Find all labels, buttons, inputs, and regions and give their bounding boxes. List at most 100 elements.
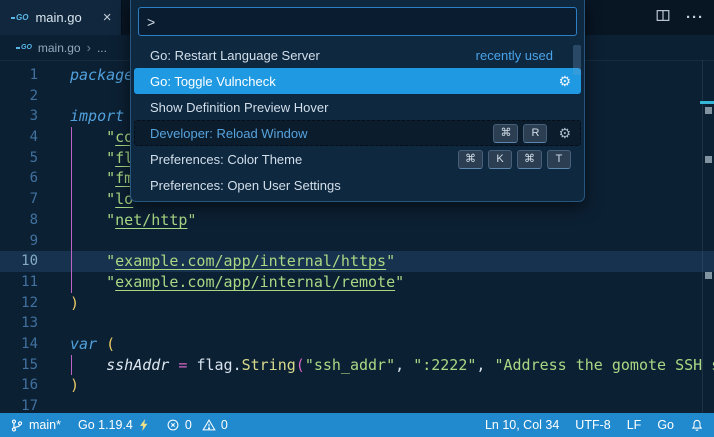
error-icon [166,418,180,432]
palette-item-label: Preferences: Open User Settings [150,178,571,193]
tab-label: main.go [35,10,81,25]
line-number[interactable]: 9 [0,231,38,252]
line-content: "co [38,127,133,148]
line-content: "lo [38,189,133,210]
line-number[interactable]: 11 [0,272,38,293]
line-number[interactable]: 13 [0,313,38,334]
code-line[interactable]: 14var ( [0,334,714,355]
notifications-bell[interactable] [690,418,704,433]
command-input[interactable] [138,7,577,36]
key-chip: ⌘ [493,124,518,143]
line-number[interactable]: 7 [0,189,38,210]
line-content: import [38,106,124,127]
line-number[interactable]: 10 [0,251,38,272]
line-number[interactable]: 12 [0,293,38,314]
split-editor-icon[interactable] [655,8,671,28]
line-number[interactable]: 5 [0,148,38,169]
command-palette: Go: Restart Language Serverrecently used… [130,0,585,202]
problems-status[interactable]: 0 0 [166,418,228,432]
go-version-label: Go 1.19.4 [78,418,133,432]
line-number[interactable]: 17 [0,396,38,413]
editor-actions: ··· [655,0,704,35]
branch-status[interactable]: main* [10,418,61,433]
cursor-position-status[interactable]: Ln 10, Col 34 [485,418,559,432]
palette-scrollbar[interactable] [573,45,581,75]
chevron-right-icon: › [87,40,91,55]
code-line[interactable]: 13 [0,313,714,334]
palette-item-label: Preferences: Color Theme [150,152,453,167]
close-icon[interactable]: × [103,10,112,25]
palette-item-go-toggle-vulncheck[interactable]: Go: Toggle Vulncheck⚙ [134,68,581,94]
line-number[interactable]: 14 [0,334,38,355]
bell-icon [690,418,704,433]
tab-main-go[interactable]: GO main.go × [0,0,122,35]
line-number[interactable]: 4 [0,127,38,148]
go-version-status[interactable]: Go 1.19.4 [78,418,149,432]
line-content [38,231,70,252]
key-chip: ⌘ [458,150,483,169]
warning-icon [202,418,216,432]
line-content [38,313,70,334]
code-line[interactable]: 16) [0,375,714,396]
line-content: "example.com/app/internal/https" [38,251,395,272]
palette-item-preferences-color-theme[interactable]: Preferences: Color Theme ⌘ K ⌘ T [134,146,581,172]
line-content: "fl [38,148,133,169]
status-bar: main* Go 1.19.4 0 0 Ln 10, Col 34 [0,413,714,437]
line-content: ) [38,293,79,314]
line-number[interactable]: 3 [0,106,38,127]
recently-used-badge: recently used [476,48,571,63]
error-count: 0 [185,418,192,432]
code-line[interactable]: 11 "example.com/app/internal/remote" [0,272,714,293]
line-number[interactable]: 15 [0,355,38,376]
line-number[interactable]: 8 [0,210,38,231]
palette-item-preferences-open-user-settings[interactable]: Preferences: Open User Settings [134,172,581,198]
overview-marker [700,101,714,104]
git-branch-icon [10,418,24,433]
line-content: var ( [38,334,115,355]
palette-item-label: Go: Restart Language Server [150,48,476,63]
gear-icon[interactable]: ⚙ [558,74,571,88]
line-content [38,396,70,413]
code-line[interactable]: 8 "net/http" [0,210,714,231]
branch-label: main* [29,418,61,432]
language-mode-status[interactable]: Go [657,418,674,432]
eol-status[interactable]: LF [627,418,642,432]
overview-ruler[interactable] [702,60,714,413]
key-chip: ⌘ [517,150,542,169]
line-number[interactable]: 6 [0,168,38,189]
line-content: package [38,65,133,86]
palette-item-developer-reload-window[interactable]: Developer: Reload Window ⌘ R ⚙ [134,120,581,146]
palette-input-wrap [131,0,584,42]
line-number[interactable]: 2 [0,86,38,107]
go-file-icon: GO [11,13,28,22]
overview-marker [705,272,712,279]
breadcrumb-file[interactable]: main.go [38,41,81,55]
code-line[interactable]: 9 [0,231,714,252]
warning-count: 0 [221,418,228,432]
more-actions-icon[interactable]: ··· [686,9,704,26]
key-chip: T [547,150,571,169]
palette-item-show-definition-preview-hover[interactable]: Show Definition Preview Hover [134,94,581,120]
line-content: sshAddr = flag.String("ssh_addr", ":2222… [38,355,714,376]
key-chip: K [488,150,512,169]
lightning-bolt-icon [138,418,149,432]
code-line[interactable]: 15 sshAddr = flag.String("ssh_addr", ":2… [0,355,714,376]
palette-item-go-restart-language-server[interactable]: Go: Restart Language Serverrecently used [134,42,581,68]
vscode-window: GO main.go × ··· GO main.go › ... 1packa… [0,0,714,437]
code-line[interactable]: 10 "example.com/app/internal/https" [0,251,714,272]
line-number[interactable]: 16 [0,375,38,396]
encoding-status[interactable]: UTF-8 [575,418,610,432]
code-line[interactable]: 12) [0,293,714,314]
palette-item-label: Developer: Reload Window [150,126,488,141]
line-number[interactable]: 1 [0,65,38,86]
palette-item-label: Show Definition Preview Hover [150,100,571,115]
status-right-group: Ln 10, Col 34 UTF-8 LF Go [485,418,704,433]
breadcrumb-symbol[interactable]: ... [97,41,107,55]
gear-icon[interactable]: ⚙ [558,126,571,140]
line-content: ) [38,375,79,396]
overview-marker [705,156,712,163]
status-left-group: main* Go 1.19.4 0 0 [10,418,228,433]
code-line[interactable]: 17 [0,396,714,413]
line-content: "example.com/app/internal/remote" [38,272,404,293]
key-chip: R [523,124,547,143]
